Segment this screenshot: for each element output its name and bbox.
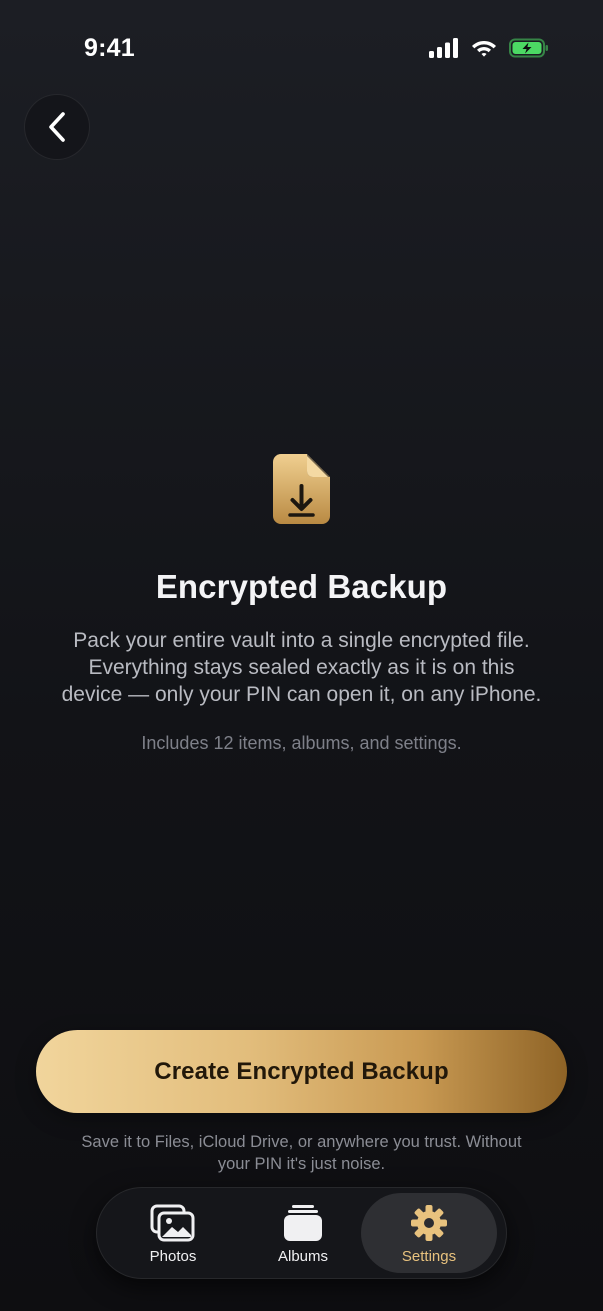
items-note: Includes 12 items, albums, and settings. — [141, 733, 462, 753]
albums-icon — [284, 1205, 322, 1241]
footnote-line: Save it to Files, iCloud Drive, or anywh… — [81, 1133, 522, 1151]
battery-charging-icon — [509, 38, 548, 58]
create-backup-button[interactable]: Create Encrypted Backup — [36, 1030, 567, 1113]
signal-icon — [429, 38, 458, 58]
status-time: 9:41 — [84, 34, 135, 62]
chevron-left-icon — [49, 112, 65, 142]
tab-label: Albums — [277, 1248, 329, 1265]
status-bar: 9:41 — [0, 0, 603, 96]
tab-label: Settings — [401, 1248, 457, 1265]
page-title: Encrypted Backup — [155, 568, 448, 605]
tab-bar: Photos Albums Settings — [96, 1187, 507, 1279]
description-line: Everything stays sealed exactly as it is… — [88, 656, 515, 679]
tab-albums[interactable]: Albums — [235, 1193, 371, 1273]
footnote: Save it to Files, iCloud Drive, or anywh… — [36, 1131, 567, 1175]
tab-photos[interactable]: Photos — [105, 1193, 241, 1273]
footnote-line: your PIN it's just noise. — [217, 1155, 386, 1173]
description: Pack your entire vault into a single enc… — [30, 627, 573, 708]
wifi-icon — [472, 41, 496, 57]
document-download-icon — [273, 454, 330, 524]
photos-icon — [150, 1204, 195, 1242]
create-backup-label: Create Encrypted Backup — [154, 1057, 449, 1085]
tab-settings[interactable]: Settings — [361, 1193, 497, 1273]
description-line: device — only your PIN can open it, on a… — [61, 683, 542, 706]
status-icons — [429, 38, 549, 58]
back-button[interactable] — [24, 94, 90, 160]
description-line: Pack your entire vault into a single enc… — [73, 629, 530, 652]
gear-icon — [411, 1205, 447, 1241]
tab-label: Photos — [149, 1248, 197, 1265]
